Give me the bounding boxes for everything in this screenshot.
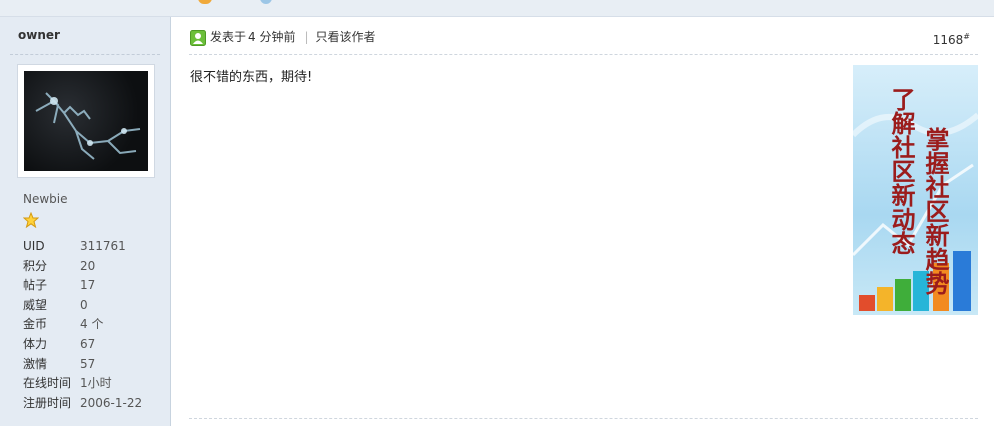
user-rank: Newbie	[23, 192, 68, 206]
blue-tab-mark	[260, 0, 272, 4]
posted-label: 发表于	[210, 30, 247, 44]
stat-posts: 帖子 17	[23, 278, 96, 293]
post-content: 很不错的东西，期待!	[190, 70, 313, 85]
post-header-divider	[189, 54, 978, 55]
floor-mark: #	[963, 32, 970, 41]
xray-skeleton-image	[35, 92, 141, 160]
stat-online-time: 在线时间 1小时	[23, 376, 112, 391]
top-strip	[0, 0, 994, 17]
stat-points: 积分 20	[23, 258, 96, 273]
stat-gold: 金币 4 个	[23, 317, 104, 332]
floor-number[interactable]: 1168#	[933, 27, 970, 50]
ad-text-2: 掌握社区新趋势	[921, 126, 949, 295]
stat-uid: UID 311761	[23, 239, 126, 253]
stat-register-date: 注册时间 2006-1-22	[23, 395, 143, 410]
stat-passion: 激情 57	[23, 356, 96, 371]
stat-stamina: 体力 67	[23, 336, 96, 351]
author-name[interactable]: owner	[18, 28, 60, 42]
avatar[interactable]	[24, 71, 148, 171]
sidebar-divider	[10, 54, 160, 55]
ad-text-1: 了解社区新动态	[887, 87, 915, 255]
author-stats: UID 311761 积分 20 帖子 17 威望 0 金币 4 个 体力 67 激情 57 …	[23, 237, 142, 413]
header-divider: |	[304, 30, 309, 44]
author-sidebar: owner Newbie UID 311761 积分 20 帖子 17 威望 0…	[0, 17, 171, 426]
online-user-icon	[190, 29, 206, 46]
community-ad-banner[interactable]: 了解社区新动态 掌握社区新趋势	[853, 65, 978, 315]
post-time: 4 分钟前	[248, 30, 296, 44]
orange-tab-mark	[198, 0, 212, 4]
rank-star-icon	[23, 212, 39, 228]
avatar-frame[interactable]	[17, 64, 155, 178]
post-header: 发表于 4 分钟前 | 只看该作者	[190, 27, 376, 47]
stat-prestige: 威望 0	[23, 297, 88, 312]
post-footer-divider	[189, 418, 978, 419]
view-author-only-link[interactable]: 只看该作者	[316, 30, 376, 44]
